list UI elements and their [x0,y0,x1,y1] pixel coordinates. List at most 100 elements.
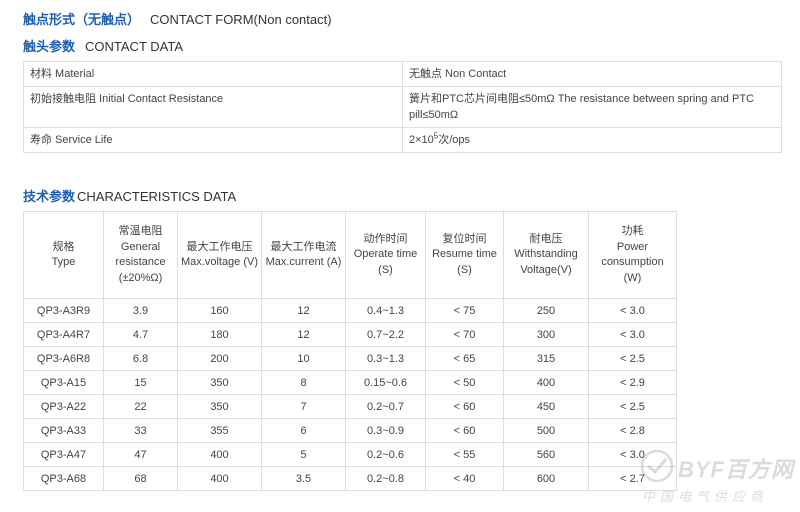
life-value-unit: 次/ops [438,134,471,146]
table-cell: 400 [503,370,589,395]
column-header-cn: 最大工作电流 [270,240,337,253]
table-row: QP3-A3R9 3.9 160 12 0.4~1.3 < 75 250 < 3.0 [23,298,677,323]
table-cell: QP3-A68 [23,466,104,491]
contact-form-heading: 触点形式（无触点） CONTACT FORM(Non contact) [23,9,332,28]
table-row: QP3-A15 15 350 8 0.15~0.6 < 50 400 < 2.9 [23,370,677,395]
table-cell: < 70 [425,322,504,347]
table-cell: 350 [177,370,262,395]
table-cell: 12 [261,322,346,347]
column-header-en: Power consumption (W) [601,240,664,284]
table-cell: 0.15~0.6 [345,370,426,395]
table-cell: 15 [103,370,178,395]
table-cell: 350 [177,394,262,419]
table-cell: QP3-A33 [23,418,104,443]
table-cell: < 60 [425,394,504,419]
characteristics-title-en: CHARACTERISTICS DATA [77,189,237,204]
table-cell: 450 [503,394,589,419]
table-cell: 4.7 [103,322,178,347]
table-row: QP3-A47 47 400 5 0.2~0.6 < 55 560 < 3.0 [23,442,677,467]
contact-form-title-cn: 触点形式（无触点） [23,12,141,27]
column-header-en: Type [51,256,76,268]
table-row: 材料 Material 无触点 Non Contact [23,61,782,87]
table-cell: 7 [261,394,346,419]
table-cell: 68 [103,466,178,491]
contact-label: 初始接触电阻 Initial Contact Resistance [23,86,403,128]
table-cell: < 2.8 [588,418,677,443]
contact-value: 簧片和PTC芯片间电阻≤50mΩ The resistance between … [402,86,782,128]
contact-label: 材料 Material [23,61,403,87]
column-header: 耐电压 Withstanding Voltage(V) [503,211,589,299]
table-cell: 0.7~2.2 [345,322,426,347]
column-header: 最大工作电压 Max.voltage (V) [177,211,262,299]
table-cell: 3.5 [261,466,346,491]
table-cell: 6.8 [103,346,178,371]
watermark-text: BYF百方网 [678,457,795,482]
table-cell: QP3-A3R9 [23,298,104,323]
table-cell: 0.3~1.3 [345,346,426,371]
table-cell: 47 [103,442,178,467]
column-header-en: General resistance (±20%Ω) [115,240,166,284]
watermark: BYF百方网 中国电气供应商 [636,449,800,509]
table-cell: 500 [503,418,589,443]
table-row: QP3-A6R8 6.8 200 10 0.3~1.3 < 65 315 < 2.5 [23,346,677,371]
table-cell: 560 [503,442,589,467]
watermark-subtitle: 中国电气供应商 [642,489,769,504]
table-row: 寿命 Service Life 2×105次/ops [23,127,782,153]
table-cell: < 60 [425,418,504,443]
column-header-en: Max.voltage (V) [180,256,259,268]
column-header: 复位时间 Resume time (S) [425,211,504,299]
table-cell: < 2.5 [588,346,677,371]
table-cell: QP3-A6R8 [23,346,104,371]
column-header-cn: 常温电阻 [118,225,163,237]
column-header-cn: 规格 [52,240,75,253]
column-header-en: Withstanding Voltage(V) [514,248,578,276]
table-cell: 600 [503,466,589,491]
table-cell: QP3-A15 [23,370,104,395]
table-cell: 160 [177,298,262,323]
table-row: QP3-A22 22 350 7 0.2~0.7 < 60 450 < 2.5 [23,394,677,419]
byf-logo-icon [640,449,674,483]
table-cell: QP3-A22 [23,394,104,419]
table-cell: 400 [177,442,262,467]
column-header-en: Operate time (S) [353,248,418,276]
column-header-en: Max.current (A) [265,256,342,268]
table-cell: 355 [177,418,262,443]
table-row: 初始接触电阻 Initial Contact Resistance 簧片和PTC… [23,86,782,128]
table-cell: 0.2~0.7 [345,394,426,419]
table-row: QP3-A33 33 355 6 0.3~0.9 < 60 500 < 2.8 [23,418,677,443]
table-cell: 3.9 [103,298,178,323]
table-cell: < 3.0 [588,322,677,347]
table-cell: < 2.9 [588,370,677,395]
contact-data-heading: 触头参数 CONTACT DATA [23,36,183,55]
column-header: 动作时间 Operate time (S) [345,211,426,299]
column-header-cn: 复位时间 [442,232,487,245]
characteristics-heading: 技术参数 CHARACTERISTICS DATA [23,186,236,205]
contact-data-title-en: CONTACT DATA [85,39,183,54]
column-header: 功耗 Power consumption (W) [588,211,677,299]
column-header-cn: 功耗 [621,225,644,237]
contact-data-title-cn: 触头参数 [23,39,76,54]
characteristics-table: 规格 Type 常温电阻 General resistance (±20%Ω) 最大工作… [23,211,677,491]
table-cell: 8 [261,370,346,395]
table-cell: < 40 [425,466,504,491]
table-cell: 10 [261,346,346,371]
table-cell: 300 [503,322,589,347]
table-cell: 0.2~0.6 [345,442,426,467]
table-cell: QP3-A4R7 [23,322,104,347]
column-header-cn: 最大工作电压 [186,240,253,253]
table-row: QP3-A68 68 400 3.5 0.2~0.8 < 40 600 < 2.7 [23,466,677,491]
table-cell: 12 [261,298,346,323]
contact-label: 寿命 Service Life [23,127,403,153]
column-header-cn: 动作时间 [363,232,408,245]
table-cell: 33 [103,418,178,443]
table-cell: < 55 [425,442,504,467]
table-cell: 22 [103,394,178,419]
contact-data-table: 材料 Material 无触点 Non Contact 初始接触电阻 Initi… [23,61,782,153]
table-cell: 5 [261,442,346,467]
life-value-base: 2×10 [409,134,434,146]
table-cell: 0.3~0.9 [345,418,426,443]
table-cell: 180 [177,322,262,347]
table-cell: < 3.0 [588,298,677,323]
table-cell: < 2.5 [588,394,677,419]
table-header-row: 规格 Type 常温电阻 General resistance (±20%Ω) 最大工作… [23,211,677,299]
